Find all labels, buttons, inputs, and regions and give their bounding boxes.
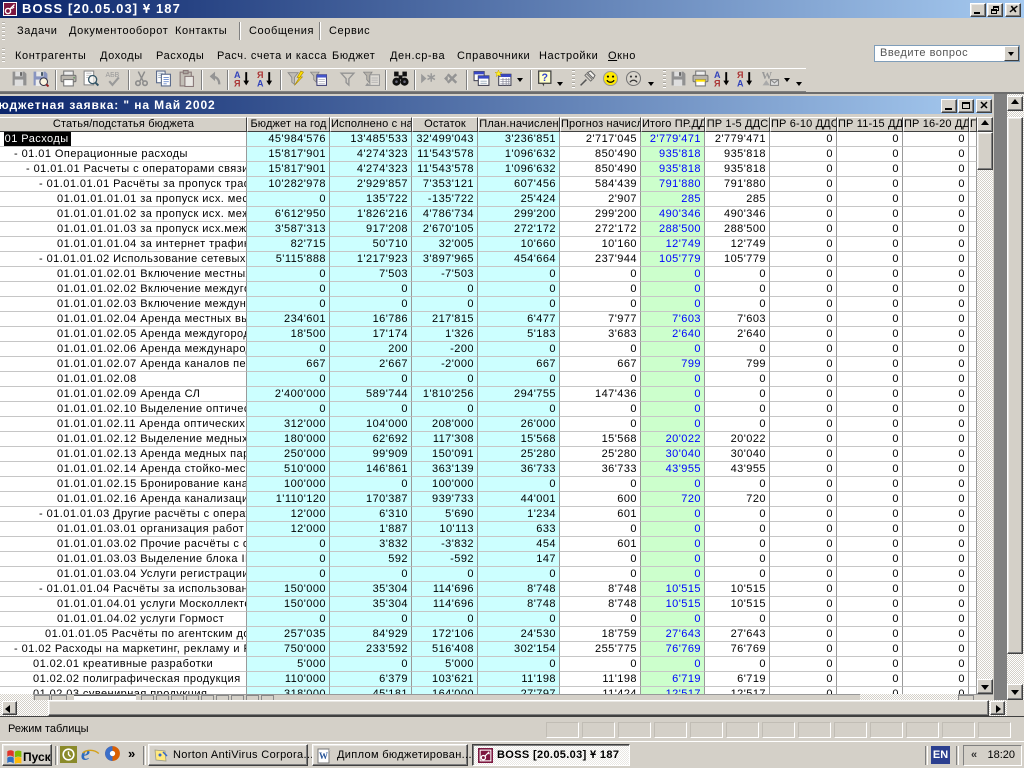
svg-text:Я: Я bbox=[714, 78, 720, 87]
svg-text:?: ? bbox=[542, 72, 548, 84]
svg-text:e: e bbox=[81, 744, 90, 763]
svg-text:Я: Я bbox=[234, 78, 240, 87]
svg-text:W: W bbox=[319, 751, 328, 761]
svg-text:А: А bbox=[737, 78, 744, 87]
svg-text:А: А bbox=[257, 78, 264, 87]
